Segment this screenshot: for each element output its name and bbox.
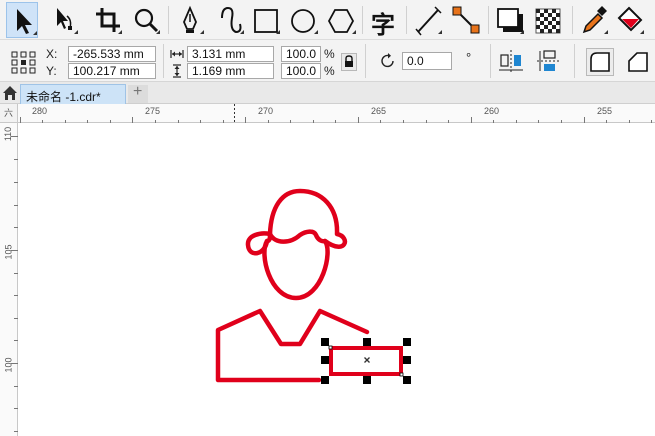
ruler-label-270: 270: [258, 106, 274, 116]
ruler-label-100: 100: [3, 357, 14, 373]
width-field[interactable]: 3.131 mm: [187, 46, 274, 62]
toolbar-separator: [406, 6, 407, 34]
ruler-label-265: 265: [371, 106, 387, 116]
horizontal-ruler[interactable]: 280 275 270 265 260 255: [18, 104, 655, 123]
horizontal-ruler-ticks: [20, 104, 652, 123]
scale-x-percent: %: [324, 47, 335, 61]
property-separator: [365, 44, 366, 78]
rectangle-tool[interactable]: [250, 2, 282, 38]
shape-tool[interactable]: [48, 2, 80, 38]
handle-bottom-left[interactable]: [321, 376, 329, 384]
round-corner-icon[interactable]: [586, 48, 614, 76]
vertical-ruler[interactable]: 110 105 100: [0, 123, 18, 436]
text-glyph-icon: 字: [371, 11, 395, 39]
color-eyedropper-tool[interactable]: [578, 2, 610, 38]
hexagon-icon: [327, 9, 356, 34]
scale-y-percent: %: [324, 64, 335, 78]
toolbar-separator: [362, 6, 363, 34]
ruler-label-110: 110: [3, 126, 14, 142]
zoom-tool[interactable]: [130, 2, 162, 38]
connector-icon: [452, 6, 480, 34]
object-origin-icon[interactable]: [10, 50, 38, 74]
x-label: X:: [46, 47, 58, 61]
ruler-label-255: 255: [597, 106, 613, 116]
ruler-corner-glyph: 六: [4, 109, 14, 119]
interactive-fill-tool[interactable]: [614, 2, 646, 38]
toolbar-separator: [572, 6, 573, 34]
curve-icon: [221, 6, 244, 34]
pen-tool[interactable]: [174, 2, 206, 38]
toolbar-separator: [488, 6, 489, 34]
eyedropper-icon: [582, 6, 608, 34]
home-icon[interactable]: [2, 85, 18, 101]
height-field[interactable]: 1.169 mm: [187, 63, 274, 79]
drawing-canvas[interactable]: [19, 124, 655, 436]
ellipse-icon: [291, 9, 318, 34]
handle-bottom-right[interactable]: [403, 376, 411, 384]
property-separator: [163, 44, 164, 78]
rectangle-icon: [254, 9, 280, 34]
handle-top-left[interactable]: [321, 338, 329, 346]
checkerboard-icon: [535, 8, 561, 34]
handle-middle-left[interactable]: [321, 356, 329, 364]
drop-shadow-tool[interactable]: [494, 2, 526, 38]
rotation-icon: [381, 53, 394, 68]
handle-top-right[interactable]: [403, 338, 411, 346]
pick-tool[interactable]: [6, 2, 38, 38]
ruler-label-280: 280: [32, 106, 48, 116]
head-outline[interactable]: [262, 229, 330, 301]
connector-tool[interactable]: [450, 2, 482, 38]
transparency-tool[interactable]: [532, 2, 564, 38]
hair-outline[interactable]: [245, 188, 348, 256]
ruler-label-260: 260: [484, 106, 500, 116]
document-tab[interactable]: 未命名 -1.cdr*: [20, 84, 126, 104]
mirror-vertical-icon[interactable]: [536, 49, 562, 73]
width-arrows-icon: [170, 50, 184, 58]
fill-bucket-icon: [617, 6, 644, 34]
toolbox: 字: [0, 0, 655, 40]
artwork: [215, 188, 411, 384]
new-tab-button[interactable]: +: [128, 83, 148, 103]
ruler-label-275: 275: [145, 106, 161, 116]
scale-y-field[interactable]: 100.0: [281, 63, 321, 79]
height-arrows-icon: [173, 64, 181, 78]
dimension-line-icon: [415, 6, 442, 36]
document-tab-bar: 未命名 -1.cdr* +: [0, 82, 655, 104]
y-position-field[interactable]: 100.217 mm: [68, 63, 156, 79]
scale-x-field[interactable]: 100.0: [281, 46, 321, 62]
handle-bottom-center[interactable]: [363, 376, 371, 384]
plus-icon: +: [133, 83, 143, 100]
degree-symbol: °: [466, 50, 472, 65]
property-separator: [490, 44, 491, 78]
handle-middle-right[interactable]: [403, 356, 411, 364]
drop-shadow-icon: [497, 8, 524, 34]
ruler-corner[interactable]: 六: [0, 104, 18, 123]
toolbar-separator: [168, 6, 169, 34]
property-bar: X: -265.533 mm Y: 100.217 mm 3.131 mm 1.…: [0, 40, 655, 82]
lock-ratio-icon[interactable]: [341, 53, 357, 71]
arrow-pointer-icon: [17, 9, 37, 35]
artistic-media-tool[interactable]: [214, 2, 246, 38]
ellipse-tool[interactable]: [288, 2, 320, 38]
y-label: Y:: [46, 64, 57, 78]
mirror-horizontal-icon[interactable]: [498, 49, 524, 73]
property-separator: [574, 44, 575, 78]
node-edit-icon: [57, 8, 78, 34]
rotation-field[interactable]: 0.0: [402, 52, 452, 70]
crop-tool[interactable]: [92, 2, 124, 38]
pen-nib-icon: [183, 5, 204, 34]
chamfer-corner-icon[interactable]: [624, 48, 652, 76]
ruler-label-105: 105: [3, 244, 14, 260]
crop-icon: [96, 8, 122, 34]
corner-node-top-left: [328, 345, 333, 350]
magnifier-icon: [134, 8, 160, 34]
handle-top-center[interactable]: [363, 338, 371, 346]
x-position-field[interactable]: -265.533 mm: [68, 46, 156, 62]
text-tool[interactable]: 字: [368, 2, 400, 39]
document-tab-label: 未命名 -1.cdr*: [26, 90, 101, 104]
dimension-tool[interactable]: [412, 2, 444, 38]
vertical-ruler-ticks: [11, 136, 18, 432]
corner-node-bottom-right: [399, 372, 404, 377]
polygon-tool[interactable]: [326, 2, 358, 38]
